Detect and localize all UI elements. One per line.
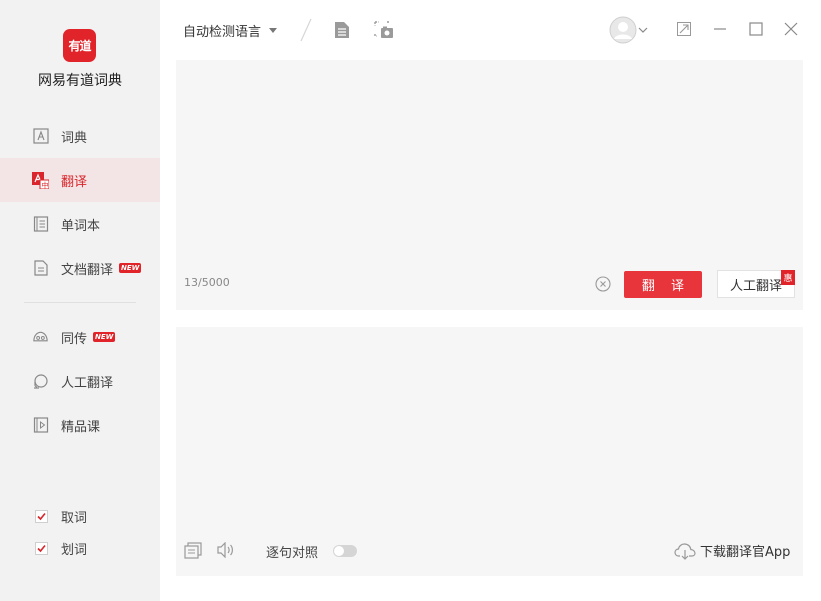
- speaker-icon[interactable]: [216, 540, 236, 560]
- sidebar-item-document[interactable]: 文档翻译 NEW: [0, 246, 160, 290]
- checkbox-label: 划词: [61, 543, 88, 558]
- discount-badge: 惠: [781, 270, 795, 285]
- app-name: 网易有道词典: [38, 73, 122, 89]
- sidebar-item-translate[interactable]: 中 翻译: [0, 158, 160, 202]
- sidebar-item-label: 单词本: [61, 218, 101, 234]
- avatar[interactable]: [608, 16, 638, 44]
- translation-output: 逐句对照 下载翻译官App: [176, 327, 803, 576]
- new-badge: NEW: [119, 263, 142, 273]
- simultaneous-icon: [32, 329, 49, 346]
- download-app-label: 下载翻译官App: [700, 545, 791, 560]
- sidebar-item-course[interactable]: 精品课: [0, 403, 160, 447]
- sentence-compare-toggle[interactable]: [333, 545, 357, 557]
- chevron-down-icon[interactable]: [637, 20, 649, 40]
- new-badge: NEW: [93, 332, 116, 342]
- translate-button[interactable]: 翻 译: [624, 271, 702, 298]
- human-translate-label: 人工翻译: [729, 278, 782, 294]
- sidebar-divider: [24, 302, 136, 303]
- sentence-compare-label: 逐句对照: [266, 546, 319, 561]
- pick-word-checkbox[interactable]: 取词: [35, 507, 87, 526]
- separator-icon: [300, 18, 312, 42]
- char-counter: 13/5000: [184, 276, 230, 289]
- wordbook-icon: [32, 216, 49, 233]
- minimize-icon[interactable]: [711, 20, 729, 38]
- maximize-icon[interactable]: [747, 20, 765, 38]
- check-icon: [35, 542, 48, 555]
- human-translate-button[interactable]: 人工翻译 惠: [717, 270, 795, 298]
- toggle-knob: [334, 546, 344, 556]
- sidebar-item-label: 文档翻译: [61, 262, 114, 278]
- sidebar-item-label: 翻译: [61, 174, 88, 190]
- compact-mode-icon[interactable]: [675, 20, 693, 38]
- chevron-down-icon: [269, 28, 278, 33]
- sidebar-item-wordbook[interactable]: 单词本: [0, 202, 160, 246]
- sidebar-item-label: 人工翻译: [61, 375, 114, 391]
- source-text-input[interactable]: 13/5000 翻 译 人工翻译 惠: [176, 60, 803, 310]
- select-word-checkbox[interactable]: 划词: [35, 539, 87, 558]
- sidebar-item-dictionary[interactable]: 词典: [0, 114, 160, 158]
- checkbox-label: 取词: [61, 511, 88, 526]
- download-app-link[interactable]: 下载翻译官App: [674, 541, 790, 560]
- sidebar-item-label: 同传: [61, 331, 88, 347]
- clear-icon[interactable]: [595, 276, 611, 292]
- copy-icon[interactable]: [183, 540, 203, 560]
- screenshot-translate-icon[interactable]: [374, 20, 394, 40]
- sidebar-item-human-translate[interactable]: 人工翻译: [0, 359, 160, 403]
- svg-text:中: 中: [42, 180, 49, 189]
- language-label: 自动检测语言: [183, 25, 262, 40]
- close-icon[interactable]: [782, 20, 800, 38]
- course-icon: [32, 417, 49, 434]
- sidebar-item-label: 精品课: [61, 419, 101, 435]
- dictionary-icon: [32, 128, 49, 145]
- file-icon[interactable]: [332, 20, 352, 40]
- cloud-download-icon: [674, 542, 696, 560]
- sidebar-item-label: 词典: [61, 130, 88, 146]
- app-window: 有道 网易有道词典 词典 中 翻译 单词本 文档翻译 NEW 同传 NEW 人工…: [0, 0, 821, 601]
- sidebar: 有道 网易有道词典 词典 中 翻译 单词本 文档翻译 NEW 同传 NEW 人工…: [0, 0, 160, 601]
- document-icon: [32, 260, 49, 277]
- translate-icon: 中: [32, 171, 49, 189]
- sidebar-item-simultaneous[interactable]: 同传 NEW: [0, 315, 160, 359]
- check-icon: [35, 510, 48, 523]
- human-translate-icon: [32, 373, 49, 390]
- app-logo: 有道: [63, 29, 96, 62]
- language-select[interactable]: 自动检测语言: [183, 21, 278, 40]
